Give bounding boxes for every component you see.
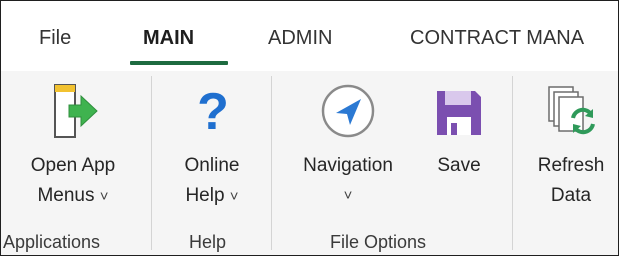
floppy-disk-icon (437, 91, 481, 135)
online-help-label-line1: Online (184, 155, 240, 176)
open-app-menus-label-line2: Menus ˅ (37, 185, 109, 206)
compass-icon (321, 84, 375, 138)
group-label-help: Help (189, 232, 227, 252)
chevron-down-icon: ˅ (343, 187, 353, 204)
save-label: Save (437, 155, 481, 176)
group-separator (271, 76, 272, 250)
open-app-menus-label-line1: Open App (30, 155, 116, 176)
help-icon: ? (197, 83, 229, 139)
tab-main[interactable]: MAIN (143, 27, 194, 50)
ribbon-tab-bar: File MAIN ADMIN CONTRACT MANA (1, 1, 618, 71)
refresh-data-label-line1: Refresh (537, 155, 605, 176)
svg-text:?: ? (197, 83, 229, 139)
navigation-label: Navigation (303, 155, 393, 176)
active-tab-indicator (130, 61, 228, 65)
group-separator (151, 76, 152, 250)
online-help-label-line2: Help ˅ (185, 185, 239, 206)
group-separator (512, 76, 513, 250)
refresh-data-icon (548, 86, 595, 135)
ribbon-panel: Open App Menus ˅ ? Online Help ˅ Navigat… (1, 71, 618, 255)
chevron-down-icon: ˅ (229, 188, 239, 205)
tab-file[interactable]: File (39, 27, 71, 50)
tab-admin[interactable]: ADMIN (268, 27, 332, 50)
tab-contract-management[interactable]: CONTRACT MANA (410, 27, 584, 50)
group-label-file-options: File Options (330, 232, 427, 252)
chevron-down-icon: ˅ (99, 188, 109, 205)
open-app-icon (54, 84, 98, 138)
group-label-applications: Applications (3, 232, 101, 252)
refresh-data-label-line2: Data (550, 185, 592, 206)
